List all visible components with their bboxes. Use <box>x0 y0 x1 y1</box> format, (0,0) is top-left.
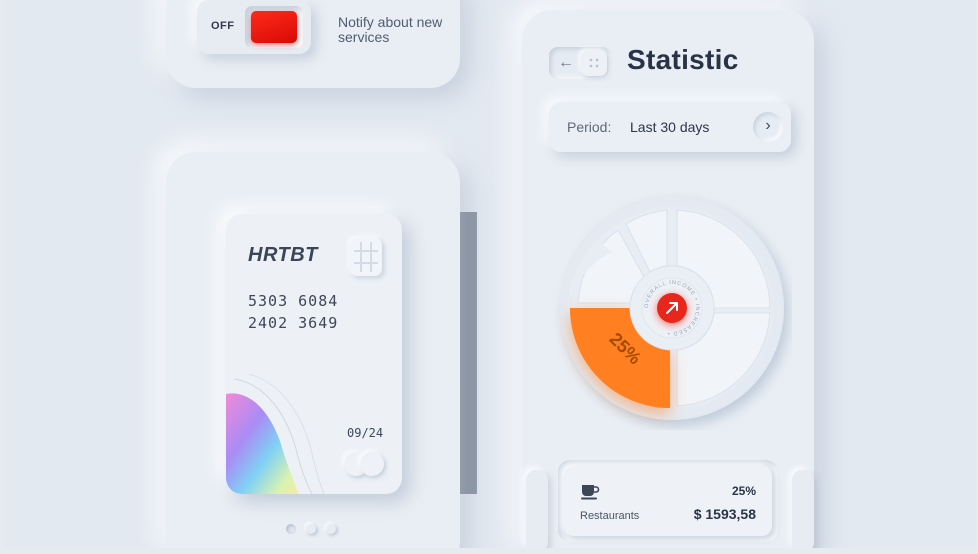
card-carousel-panel: HRTBT 5303 6084 2402 3649 09/24 <box>166 152 460 548</box>
toggle-switch-knob[interactable] <box>251 11 297 43</box>
statistic-panel: ← Statistic Period: Last 30 days › 25% O… <box>522 10 814 548</box>
toggle-track[interactable] <box>245 6 303 48</box>
carousel-dot[interactable] <box>326 524 336 534</box>
card-network-logo <box>344 452 386 476</box>
category-card[interactable]: Restaurants 25% $ 1593,58 <box>558 460 778 542</box>
period-value: Last 30 days <box>630 119 710 135</box>
card-brand: HRTBT <box>248 244 318 266</box>
chevron-right-icon[interactable]: › <box>753 112 783 142</box>
category-name: Restaurants <box>580 510 640 522</box>
toggle-state-label: OFF <box>211 20 235 32</box>
period-label: Period: <box>567 119 612 135</box>
next-category-card[interactable] <box>792 470 814 548</box>
category-card-inner: Restaurants 25% $ 1593,58 <box>564 466 772 536</box>
notify-description: Notify about new services <box>338 14 443 45</box>
coffee-cup-icon <box>581 485 600 500</box>
grid-menu-icon[interactable] <box>581 50 607 76</box>
category-percent: 25% <box>731 484 756 498</box>
carousel-dot[interactable] <box>306 524 316 534</box>
credit-card[interactable]: HRTBT 5303 6084 2402 3649 09/24 <box>226 214 402 494</box>
page-title: Statistic <box>627 44 739 75</box>
notify-toggle[interactable]: OFF <box>197 0 311 54</box>
category-amount: $ 1593,58 <box>693 506 756 522</box>
back-arrow-icon[interactable]: ← <box>553 50 579 76</box>
card-number-line-2: 2402 3649 <box>248 314 339 332</box>
carousel-dot[interactable] <box>286 524 296 534</box>
card-chip-icon <box>350 238 382 276</box>
period-selector[interactable]: Period: Last 30 days › <box>549 102 791 152</box>
prev-category-card[interactable] <box>526 470 548 548</box>
card-expiry: 09/24 <box>347 426 384 440</box>
notification-settings-panel: OFF Notify about new services <box>166 0 460 88</box>
income-donut-chart: 25% OVERALL INCOME • INCREASED • <box>560 196 784 420</box>
nav-button-group: ← <box>549 47 611 79</box>
card-number-line-1: 5303 6084 <box>248 292 339 310</box>
carousel-dots <box>286 524 346 534</box>
canvas: OFF Notify about new services HRTBT 5303… <box>4 0 976 548</box>
